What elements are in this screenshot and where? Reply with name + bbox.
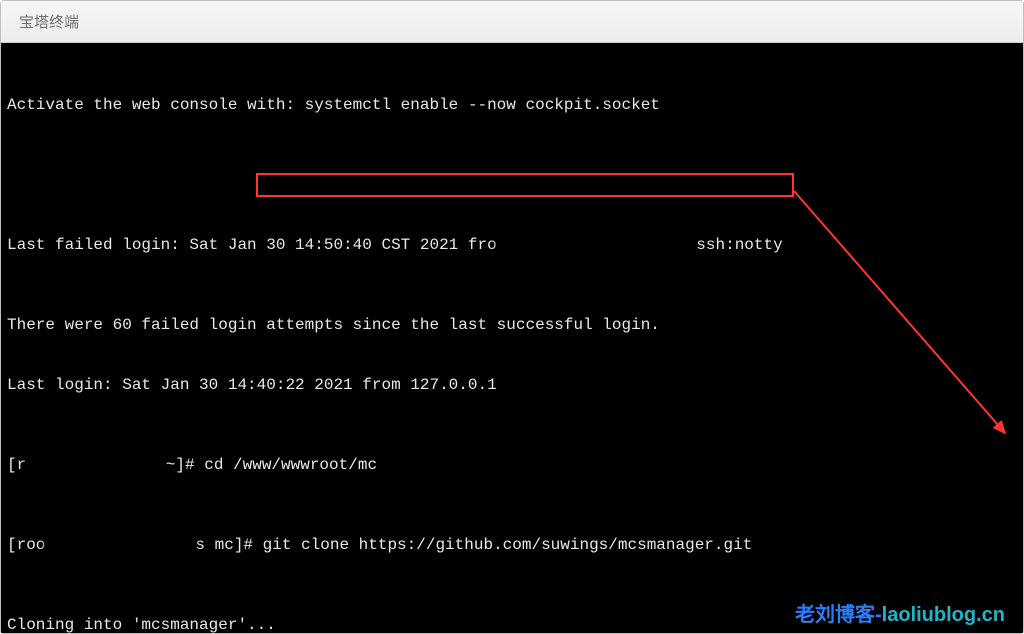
text: Last failed login: Sat Jan 30 14:50:40 C… (7, 236, 497, 254)
redacted (26, 455, 156, 475)
terminal-line: [roo s mc]# git clone https://github.com/… (7, 535, 1017, 555)
text: [r (7, 456, 26, 474)
window-frame: 宝塔终端 Activate the web console with: syst… (0, 0, 1024, 634)
terminal-blank (7, 155, 1017, 175)
window-title: 宝塔终端 (19, 11, 79, 32)
watermark: 老刘博客-laoliublog.cn (795, 605, 1005, 625)
terminal-line: Last failed login: Sat Jan 30 14:50:40 C… (7, 235, 1017, 255)
watermark-url: laoliublog.cn (882, 604, 1005, 626)
text: ssh:notty (687, 236, 783, 254)
watermark-sep: - (875, 604, 882, 626)
text: [roo (7, 536, 45, 554)
text: s mc]# (195, 536, 262, 554)
text: ~]# cd /www/wwwroot/mc (156, 456, 377, 474)
title-bar[interactable]: 宝塔终端 (1, 1, 1023, 43)
terminal-line: Last login: Sat Jan 30 14:40:22 2021 fro… (7, 375, 1017, 395)
redacted (497, 235, 687, 255)
annotation-highlight-box (256, 173, 794, 197)
terminal[interactable]: Activate the web console with: systemctl… (1, 43, 1023, 633)
terminal-line: [r ~]# cd /www/wwwroot/mc (7, 455, 1017, 475)
redacted (45, 535, 195, 555)
terminal-line: Activate the web console with: systemctl… (7, 95, 1017, 115)
watermark-brand: 老刘博客 (795, 604, 875, 626)
highlighted-command: git clone https://github.com/suwings/mcs… (263, 536, 753, 554)
terminal-line: There were 60 failed login attempts sinc… (7, 315, 1017, 335)
